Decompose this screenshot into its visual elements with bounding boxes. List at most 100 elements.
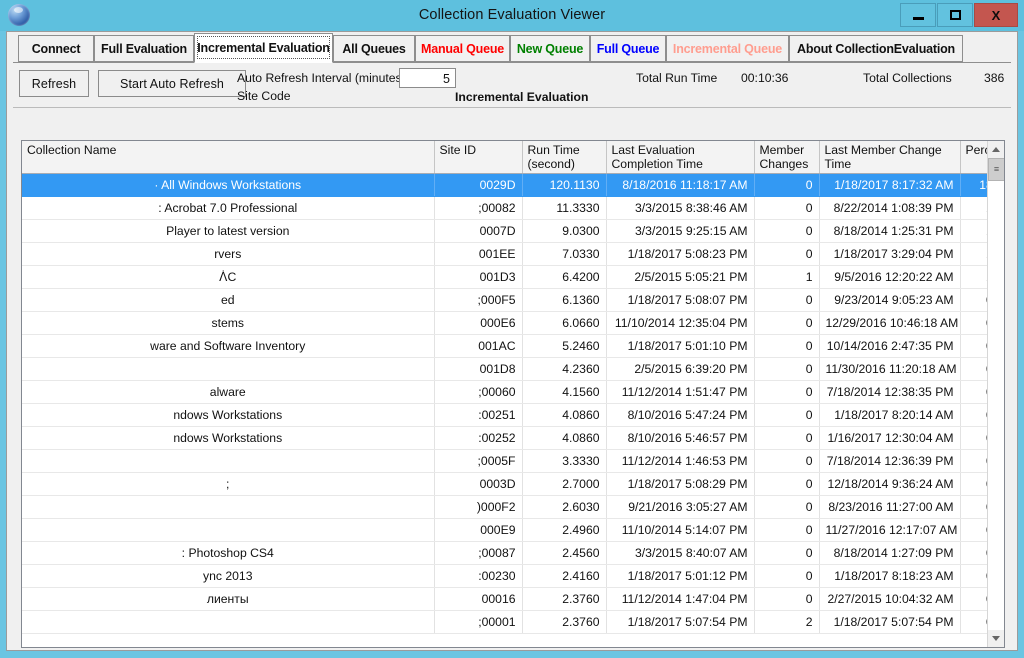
vertical-scrollbar[interactable]: ≡ bbox=[987, 141, 1004, 647]
cell-name: ndows Workstations bbox=[22, 426, 435, 450]
start-auto-refresh-button[interactable]: Start Auto Refresh bbox=[98, 70, 246, 97]
cell-percent: 1.781 bbox=[960, 196, 987, 220]
cell-percent: 18.875 bbox=[960, 173, 987, 197]
table-row[interactable]: лиенты 00016 2.3760 11/12/2014 1:47:04 PM 0 2… bbox=[22, 587, 987, 611]
collections-grid: Collection Name Site ID Run Time (second) L… bbox=[21, 140, 1005, 648]
cell-lastMem: 8/18/2014 1:25:31 PM bbox=[819, 219, 961, 243]
header-row: Collection Name Site ID Run Time (second) L… bbox=[22, 141, 987, 174]
cell-name: stems bbox=[22, 311, 435, 335]
table-row[interactable]: alware ;00060 4.1560 11/12/2014 1:51:47 PM 0… bbox=[22, 380, 987, 404]
cell-lastMem: 9/23/2014 9:05:23 AM bbox=[819, 288, 961, 312]
cell-runtime: 120.1130 bbox=[522, 173, 607, 197]
minimize-button[interactable] bbox=[900, 3, 936, 27]
tab-incremental-queue[interactable]: Incremental Queue bbox=[666, 35, 789, 62]
table-row[interactable]: ᐲC 001D3 6.4200 2/5/2015 5:05:21 PM 1 9/5/201… bbox=[22, 265, 987, 289]
table-row[interactable]: ndows Workstations:00252 4.0860 8/10/2016 … bbox=[22, 426, 987, 450]
cell-members: 0 bbox=[754, 196, 820, 220]
toolbar: Refresh Start Auto Refresh Auto Refresh … bbox=[13, 63, 1011, 108]
tab-new-queue[interactable]: New Queue bbox=[510, 35, 590, 62]
tab-strip: Connect Full Evaluation Incremental Evalua… bbox=[13, 33, 1011, 63]
tab-incremental-evaluation[interactable]: Incremental Evaluation bbox=[194, 33, 333, 63]
table-row[interactable]: ed ;000F5 6.1360 1/18/2017 5:08:07 PM 0 9/23/… bbox=[22, 288, 987, 312]
tab-manual-queue[interactable]: Manual Queue bbox=[415, 35, 510, 62]
cell-site: :00252 bbox=[434, 426, 523, 450]
tab-label: All Queues bbox=[342, 41, 406, 56]
cell-percent: 1.009 bbox=[960, 265, 987, 289]
cell-lastMem: 11/30/2016 11:20:18 AM bbox=[819, 357, 961, 381]
tab-full-evaluation[interactable]: Full Evaluation bbox=[94, 35, 194, 62]
table-row[interactable]: Player to latest version 0007D 9.0300 3/3/2… bbox=[22, 219, 987, 243]
table-row[interactable]: · All Windows Workstations 0029D 120.1130 8… bbox=[22, 173, 987, 197]
table-row[interactable]: ; 0003D 2.7000 1/18/2017 5:08:29 PM 0 12/18/2… bbox=[22, 472, 987, 496]
cell-name bbox=[22, 357, 435, 381]
cell-name bbox=[22, 495, 435, 519]
cell-percent: 0.653 bbox=[960, 380, 987, 404]
window-title: Collection Evaluation Viewer bbox=[418, 7, 606, 23]
table-row[interactable]: ndows Workstations:00251 4.0860 8/10/2016 … bbox=[22, 403, 987, 427]
table-row[interactable]: : Photoshop CS4 ;00087 2.4560 3/3/2015 8:40… bbox=[22, 541, 987, 565]
tab-connect[interactable]: Connect bbox=[18, 35, 94, 62]
table-row[interactable]: ;0005F 3.3330 11/12/2014 1:46:53 PM 0 7/18/2… bbox=[22, 449, 987, 473]
total-run-time-value: 00:10:36 bbox=[741, 71, 789, 85]
column-header-site[interactable]: Site ID bbox=[434, 141, 523, 174]
cell-site: 00016 bbox=[434, 587, 523, 611]
auto-refresh-interval-input[interactable] bbox=[399, 68, 456, 88]
table-row[interactable]: 001D8 4.2360 2/5/2015 6:39:20 PM 0 11/30/201… bbox=[22, 357, 987, 381]
cell-runtime: 6.4200 bbox=[522, 265, 607, 289]
cell-members: 1 bbox=[754, 265, 820, 289]
cell-site: ;00082 bbox=[434, 196, 523, 220]
table-row[interactable]: : Acrobat 7.0 Professional ;00082 11.3330 3… bbox=[22, 196, 987, 220]
cell-runtime: 4.0860 bbox=[522, 403, 607, 427]
tab-full-queue[interactable]: Full Queue bbox=[590, 35, 666, 62]
cell-site: 0003D bbox=[434, 472, 523, 496]
cell-runtime: 6.1360 bbox=[522, 288, 607, 312]
cell-name bbox=[22, 610, 435, 634]
column-header-lastEval[interactable]: Last Evaluation Completion Time bbox=[606, 141, 755, 174]
column-header-lastMem[interactable]: Last Member Change Time bbox=[819, 141, 961, 174]
cell-name: ᐲC bbox=[22, 265, 435, 289]
cell-members: 0 bbox=[754, 334, 820, 358]
mode-label: Incremental Evaluation bbox=[455, 90, 589, 104]
table-row[interactable]: stems 000E6 6.0660 11/10/2014 12:35:04 PM 0 1… bbox=[22, 311, 987, 335]
cell-percent: 0.953 bbox=[960, 311, 987, 335]
auto-refresh-interval-label: Auto Refresh Interval (minutes) bbox=[237, 71, 406, 85]
cell-runtime: 2.4960 bbox=[522, 518, 607, 542]
cell-lastEval: 1/18/2017 5:07:54 PM bbox=[606, 610, 755, 634]
column-header-runtime[interactable]: Run Time (second) bbox=[522, 141, 607, 174]
scroll-up-button[interactable] bbox=[988, 141, 1004, 158]
cell-lastEval: 1/18/2017 5:08:23 PM bbox=[606, 242, 755, 266]
table-row[interactable]: ware and Software Inventory 001AC 5.2460 1/… bbox=[22, 334, 987, 358]
table-row[interactable]: rvers 001EE 7.0330 1/18/2017 5:08:23 PM 0 1/1… bbox=[22, 242, 987, 266]
table-row[interactable]: )000F2 2.6030 9/21/2016 3:05:27 AM 0 8/23/20… bbox=[22, 495, 987, 519]
maximize-button[interactable] bbox=[937, 3, 973, 27]
cell-percent: 1.419 bbox=[960, 219, 987, 243]
cell-lastEval: 1/18/2017 5:01:12 PM bbox=[606, 564, 755, 588]
table-row[interactable]: ;00001 2.3760 1/18/2017 5:07:54 PM 2 1/18/20… bbox=[22, 610, 987, 634]
refresh-button[interactable]: Refresh bbox=[19, 70, 89, 97]
cell-lastEval: 8/10/2016 5:46:57 PM bbox=[606, 426, 755, 450]
cell-runtime: 2.7000 bbox=[522, 472, 607, 496]
cell-lastMem: 12/18/2014 9:36:24 AM bbox=[819, 472, 961, 496]
table-row[interactable]: 000E9 2.4960 11/10/2014 5:14:07 PM 0 11/27/2… bbox=[22, 518, 987, 542]
cell-percent: 0.524 bbox=[960, 449, 987, 473]
cell-percent: 0.386 bbox=[960, 541, 987, 565]
cell-percent: 0.666 bbox=[960, 357, 987, 381]
cell-members: 0 bbox=[754, 380, 820, 404]
cell-percent: 0.392 bbox=[960, 518, 987, 542]
scrollbar-thumb[interactable]: ≡ bbox=[988, 158, 1004, 181]
scroll-down-button[interactable] bbox=[988, 630, 1004, 647]
cell-runtime: 6.0660 bbox=[522, 311, 607, 335]
cell-runtime: 4.2360 bbox=[522, 357, 607, 381]
scrollbar-track[interactable]: ≡ bbox=[988, 158, 1004, 630]
app-window: Collection Evaluation Viewer X Connect Fu… bbox=[0, 0, 1024, 658]
tab-all-queues[interactable]: All Queues bbox=[333, 35, 415, 62]
column-header-name[interactable]: Collection Name bbox=[22, 141, 435, 174]
cell-lastMem: 9/5/2016 12:20:22 AM bbox=[819, 265, 961, 289]
close-button[interactable]: X bbox=[974, 3, 1018, 27]
table-row[interactable]: ync 2013:00230 2.4160 1/18/2017 5:01:12 PM… bbox=[22, 564, 987, 588]
tab-about-collectionevaluation[interactable]: About CollectionEvaluation bbox=[789, 35, 963, 62]
cell-name: ync 2013 bbox=[22, 564, 435, 588]
column-header-members[interactable]: Member Changes bbox=[754, 141, 820, 174]
total-collections-value: 386 bbox=[984, 71, 1005, 85]
column-header-percent[interactable]: Percent bbox=[960, 141, 987, 174]
